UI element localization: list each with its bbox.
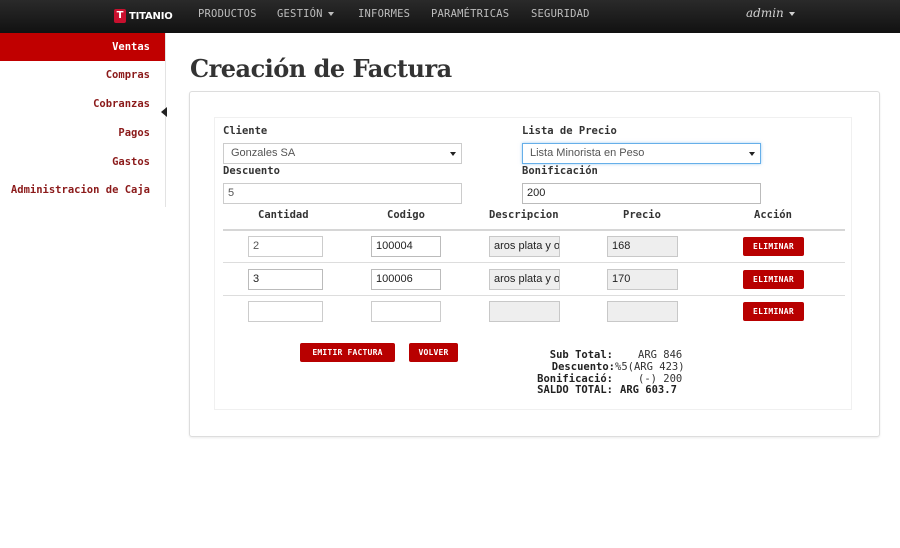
bonificacion-input[interactable]: 200 <box>522 183 761 204</box>
delete-row-button[interactable]: ELIMINAR <box>743 302 804 321</box>
sidebar: Ventas Compras Cobranzas Pagos Gastos Ad… <box>0 33 166 207</box>
user-name: admin <box>746 6 784 20</box>
nav-informes[interactable]: INFORMES <box>358 8 410 20</box>
precio-field <box>607 301 678 322</box>
nav-productos[interactable]: PRODUCTOS <box>198 8 257 20</box>
descuento-summary-value: %5(ARG 423) <box>615 361 685 373</box>
descripcion-field: aros plata y oro <box>489 236 560 257</box>
brand[interactable]: T TITANIO <box>114 7 173 25</box>
back-button[interactable]: VOLVER <box>409 343 458 362</box>
precio-field: 170 <box>607 269 678 290</box>
table-header-divider <box>223 229 845 231</box>
col-header-cantidad: Cantidad <box>258 209 309 221</box>
sidebar-item-administracion-de-caja[interactable]: Administracion de Caja <box>11 176 150 204</box>
saldo-total-value: ARG 603.7 <box>620 384 677 396</box>
delete-row-button[interactable]: ELIMINAR <box>743 237 804 256</box>
cantidad-input[interactable] <box>248 301 323 322</box>
sidebar-item-ventas[interactable]: Ventas <box>0 33 165 61</box>
subtotal-value: ARG 846 <box>638 349 683 361</box>
codigo-input[interactable] <box>371 301 441 322</box>
lista-precio-label: Lista de Precio <box>522 125 617 137</box>
brand-logo-icon: T <box>114 9 126 23</box>
delete-row-button[interactable]: ELIMINAR <box>743 270 804 289</box>
page-title: Creación de Factura <box>190 54 452 83</box>
brand-name: TITANIO <box>129 10 173 22</box>
lista-precio-select-value: Lista Minorista en Peso <box>530 147 645 159</box>
table-row-divider <box>223 295 845 296</box>
emit-invoice-button[interactable]: EMITIR FACTURA <box>300 343 395 362</box>
descripcion-field: aros plata y oro <box>489 269 560 290</box>
chevron-left-icon[interactable] <box>161 107 167 117</box>
bonificacion-label: Bonificación <box>522 165 598 177</box>
sidebar-item-gastos[interactable]: Gastos <box>112 148 150 176</box>
col-header-codigo: Codigo <box>387 209 425 221</box>
subtotal-label: Sub Total: <box>549 349 613 361</box>
saldo-total-label: SALDO TOTAL: <box>537 384 613 396</box>
sidebar-item-cobranzas[interactable]: Cobranzas <box>93 90 150 118</box>
nav-parametricas[interactable]: PARAMÉTRICAS <box>431 8 509 20</box>
top-navbar: T TITANIO PRODUCTOS GESTIÓN INFORMES PAR… <box>0 0 900 33</box>
col-header-accion: Acción <box>754 209 792 221</box>
cliente-label: Cliente <box>223 125 268 137</box>
sidebar-item-compras[interactable]: Compras <box>106 61 150 89</box>
nav-gestion[interactable]: GESTIÓN <box>277 8 334 20</box>
table-row-divider <box>223 262 845 263</box>
sidebar-item-pagos[interactable]: Pagos <box>118 119 150 147</box>
caret-down-icon <box>788 11 795 16</box>
cantidad-input[interactable]: 2 <box>248 236 323 257</box>
cliente-select[interactable]: Gonzales SA <box>223 143 462 164</box>
caret-down-icon <box>450 152 456 156</box>
caret-down-icon <box>749 152 755 156</box>
col-header-precio: Precio <box>623 209 661 221</box>
user-menu[interactable]: admin <box>746 6 795 20</box>
descuento-summary-label: Descuento: <box>551 361 615 373</box>
descuento-input[interactable]: 5 <box>223 183 462 204</box>
descripcion-field <box>489 301 560 322</box>
precio-field: 168 <box>607 236 678 257</box>
nav-seguridad[interactable]: SEGURIDAD <box>531 8 590 20</box>
codigo-input[interactable]: 100006 <box>371 269 441 290</box>
col-header-descripcion: Descripcion <box>489 209 559 221</box>
nav-gestion-label: GESTIÓN <box>277 8 323 20</box>
codigo-input[interactable]: 100004 <box>371 236 441 257</box>
caret-down-icon <box>327 12 334 16</box>
lista-precio-select[interactable]: Lista Minorista en Peso <box>522 143 761 164</box>
cantidad-input[interactable]: 3 <box>248 269 323 290</box>
cliente-select-value: Gonzales SA <box>231 147 296 159</box>
descuento-label: Descuento <box>223 165 280 177</box>
